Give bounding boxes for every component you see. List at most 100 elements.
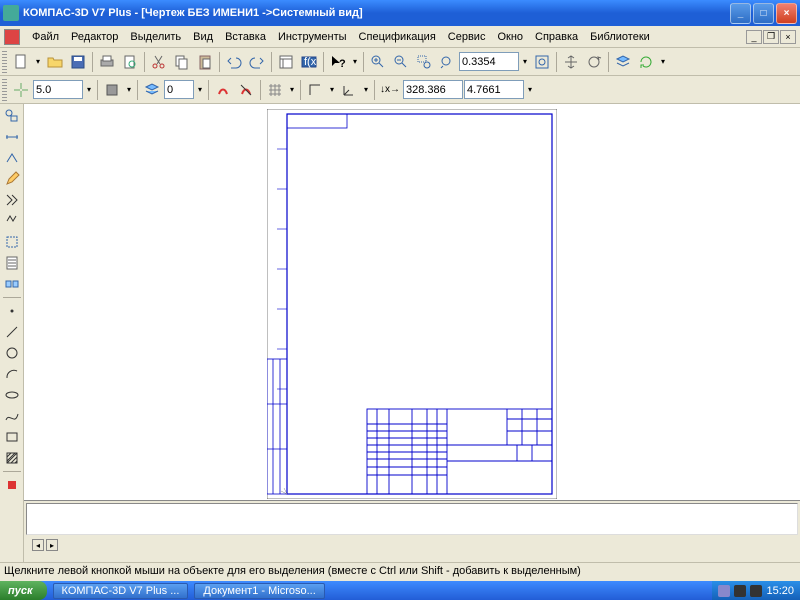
rect-tool-icon[interactable] — [2, 427, 22, 447]
style-dropdown[interactable]: ▾ — [195, 85, 205, 94]
variables-button[interactable]: f(x) — [298, 51, 320, 73]
system-tray[interactable]: 15:20 — [712, 581, 800, 600]
menu-spec[interactable]: Спецификация — [353, 29, 442, 45]
menu-help[interactable]: Справка — [529, 29, 584, 45]
state-dropdown[interactable]: ▾ — [124, 85, 134, 94]
menu-select[interactable]: Выделить — [124, 29, 187, 45]
step-dropdown[interactable]: ▾ — [84, 85, 94, 94]
ortho-dropdown[interactable]: ▾ — [327, 85, 337, 94]
menu-service[interactable]: Сервис — [442, 29, 492, 45]
arc-tool-icon[interactable] — [2, 364, 22, 384]
maximize-button[interactable]: □ — [753, 3, 774, 24]
menu-lib[interactable]: Библиотеки — [584, 29, 656, 45]
edit-icon[interactable] — [2, 169, 22, 189]
step-input[interactable] — [33, 80, 83, 99]
dimensions-icon[interactable] — [2, 127, 22, 147]
hatch-tool-icon[interactable] — [2, 448, 22, 468]
save-button[interactable] — [67, 51, 89, 73]
refresh-button[interactable] — [635, 51, 657, 73]
osnap-button[interactable] — [212, 79, 234, 101]
new-dropdown[interactable]: ▾ — [33, 57, 43, 66]
zoom-input[interactable] — [459, 52, 519, 71]
menu-window[interactable]: Окно — [491, 29, 529, 45]
close-button[interactable]: × — [776, 3, 797, 24]
toolbar-grip-2[interactable] — [2, 79, 7, 101]
tray-icon[interactable] — [734, 585, 746, 597]
coord-dropdown[interactable]: ▾ — [525, 85, 535, 94]
spline-tool-icon[interactable] — [2, 406, 22, 426]
zoom-fit-button[interactable] — [531, 51, 553, 73]
zoom-prev-button[interactable] — [436, 51, 458, 73]
select-tools-icon[interactable] — [2, 232, 22, 252]
print-button[interactable] — [96, 51, 118, 73]
taskbar-item-word[interactable]: Документ1 - Microso... — [194, 583, 324, 599]
manager-button[interactable] — [275, 51, 297, 73]
local-cs-button[interactable] — [338, 79, 360, 101]
undo-button[interactable] — [223, 51, 245, 73]
menu-file[interactable]: Файл — [26, 29, 65, 45]
doc-icon[interactable] — [4, 29, 20, 45]
line-tool-icon[interactable] — [2, 322, 22, 342]
taskbar: пуск КОМПАС-3D V7 Plus ... Документ1 - M… — [0, 581, 800, 600]
assoc-icon[interactable] — [2, 274, 22, 294]
canvas[interactable] — [24, 104, 800, 500]
layer-mgr-button[interactable] — [141, 79, 163, 101]
zoom-dropdown[interactable]: ▾ — [520, 57, 530, 66]
toolbar-grip[interactable] — [2, 51, 7, 73]
zoom-in-button[interactable] — [367, 51, 389, 73]
zoom-window-button[interactable] — [413, 51, 435, 73]
circle-tool-icon[interactable] — [2, 343, 22, 363]
zoom-out-button[interactable] — [390, 51, 412, 73]
app-icon — [3, 5, 19, 21]
pan-button[interactable] — [560, 51, 582, 73]
ellipse-tool-icon[interactable] — [2, 385, 22, 405]
style-input[interactable] — [164, 80, 194, 99]
menu-view[interactable]: Вид — [187, 29, 219, 45]
tray-icon[interactable] — [750, 585, 762, 597]
coordx-input[interactable] — [403, 80, 463, 99]
mdi-close[interactable]: × — [780, 30, 796, 44]
tab-scroll-left[interactable]: ◂ — [32, 539, 44, 551]
minimize-button[interactable]: _ — [730, 3, 751, 24]
open-button[interactable] — [44, 51, 66, 73]
snap-button[interactable] — [10, 79, 32, 101]
mdi-minimize[interactable]: _ — [746, 30, 762, 44]
state-button[interactable] — [101, 79, 123, 101]
help-dropdown[interactable]: ▾ — [350, 57, 360, 66]
tray-icon[interactable] — [718, 585, 730, 597]
paste-button[interactable] — [194, 51, 216, 73]
start-button[interactable]: пуск — [0, 581, 47, 600]
notation-icon[interactable] — [2, 148, 22, 168]
layers-button[interactable] — [612, 51, 634, 73]
params-icon[interactable] — [2, 190, 22, 210]
geometry-icon[interactable] — [2, 106, 22, 126]
tab-scroll-right[interactable]: ▸ — [46, 539, 58, 551]
menu-tools[interactable]: Инструменты — [272, 29, 353, 45]
stop-tool-icon[interactable] — [2, 475, 22, 495]
coord-label: ↓x→ — [378, 84, 402, 95]
mdi-restore[interactable]: ❐ — [763, 30, 779, 44]
measure-icon[interactable] — [2, 211, 22, 231]
copy-button[interactable] — [171, 51, 193, 73]
ortho-button[interactable] — [304, 79, 326, 101]
property-panel[interactable] — [26, 503, 798, 535]
status-text: Щелкните левой кнопкой мыши на объекте д… — [4, 565, 581, 577]
taskbar-item-kompas[interactable]: КОМПАС-3D V7 Plus ... — [53, 583, 189, 599]
spec-icon[interactable] — [2, 253, 22, 273]
new-button[interactable] — [10, 51, 32, 73]
menu-edit[interactable]: Редактор — [65, 29, 124, 45]
menu-insert[interactable]: Вставка — [219, 29, 272, 45]
window-title: КОМПАС-3D V7 Plus - [Чертеж БЕЗ ИМЕНИ1 -… — [23, 7, 730, 19]
local-cs-dropdown[interactable]: ▾ — [361, 85, 371, 94]
rotate-button[interactable] — [583, 51, 605, 73]
cut-button[interactable] — [148, 51, 170, 73]
grid-dropdown[interactable]: ▾ — [287, 85, 297, 94]
refresh-dropdown[interactable]: ▾ — [658, 57, 668, 66]
help-cursor-button[interactable]: ? — [327, 51, 349, 73]
redo-button[interactable] — [246, 51, 268, 73]
grid-button[interactable] — [264, 79, 286, 101]
preview-button[interactable] — [119, 51, 141, 73]
coordy-input[interactable] — [464, 80, 524, 99]
osnap-off-button[interactable] — [235, 79, 257, 101]
point-tool-icon[interactable] — [2, 301, 22, 321]
